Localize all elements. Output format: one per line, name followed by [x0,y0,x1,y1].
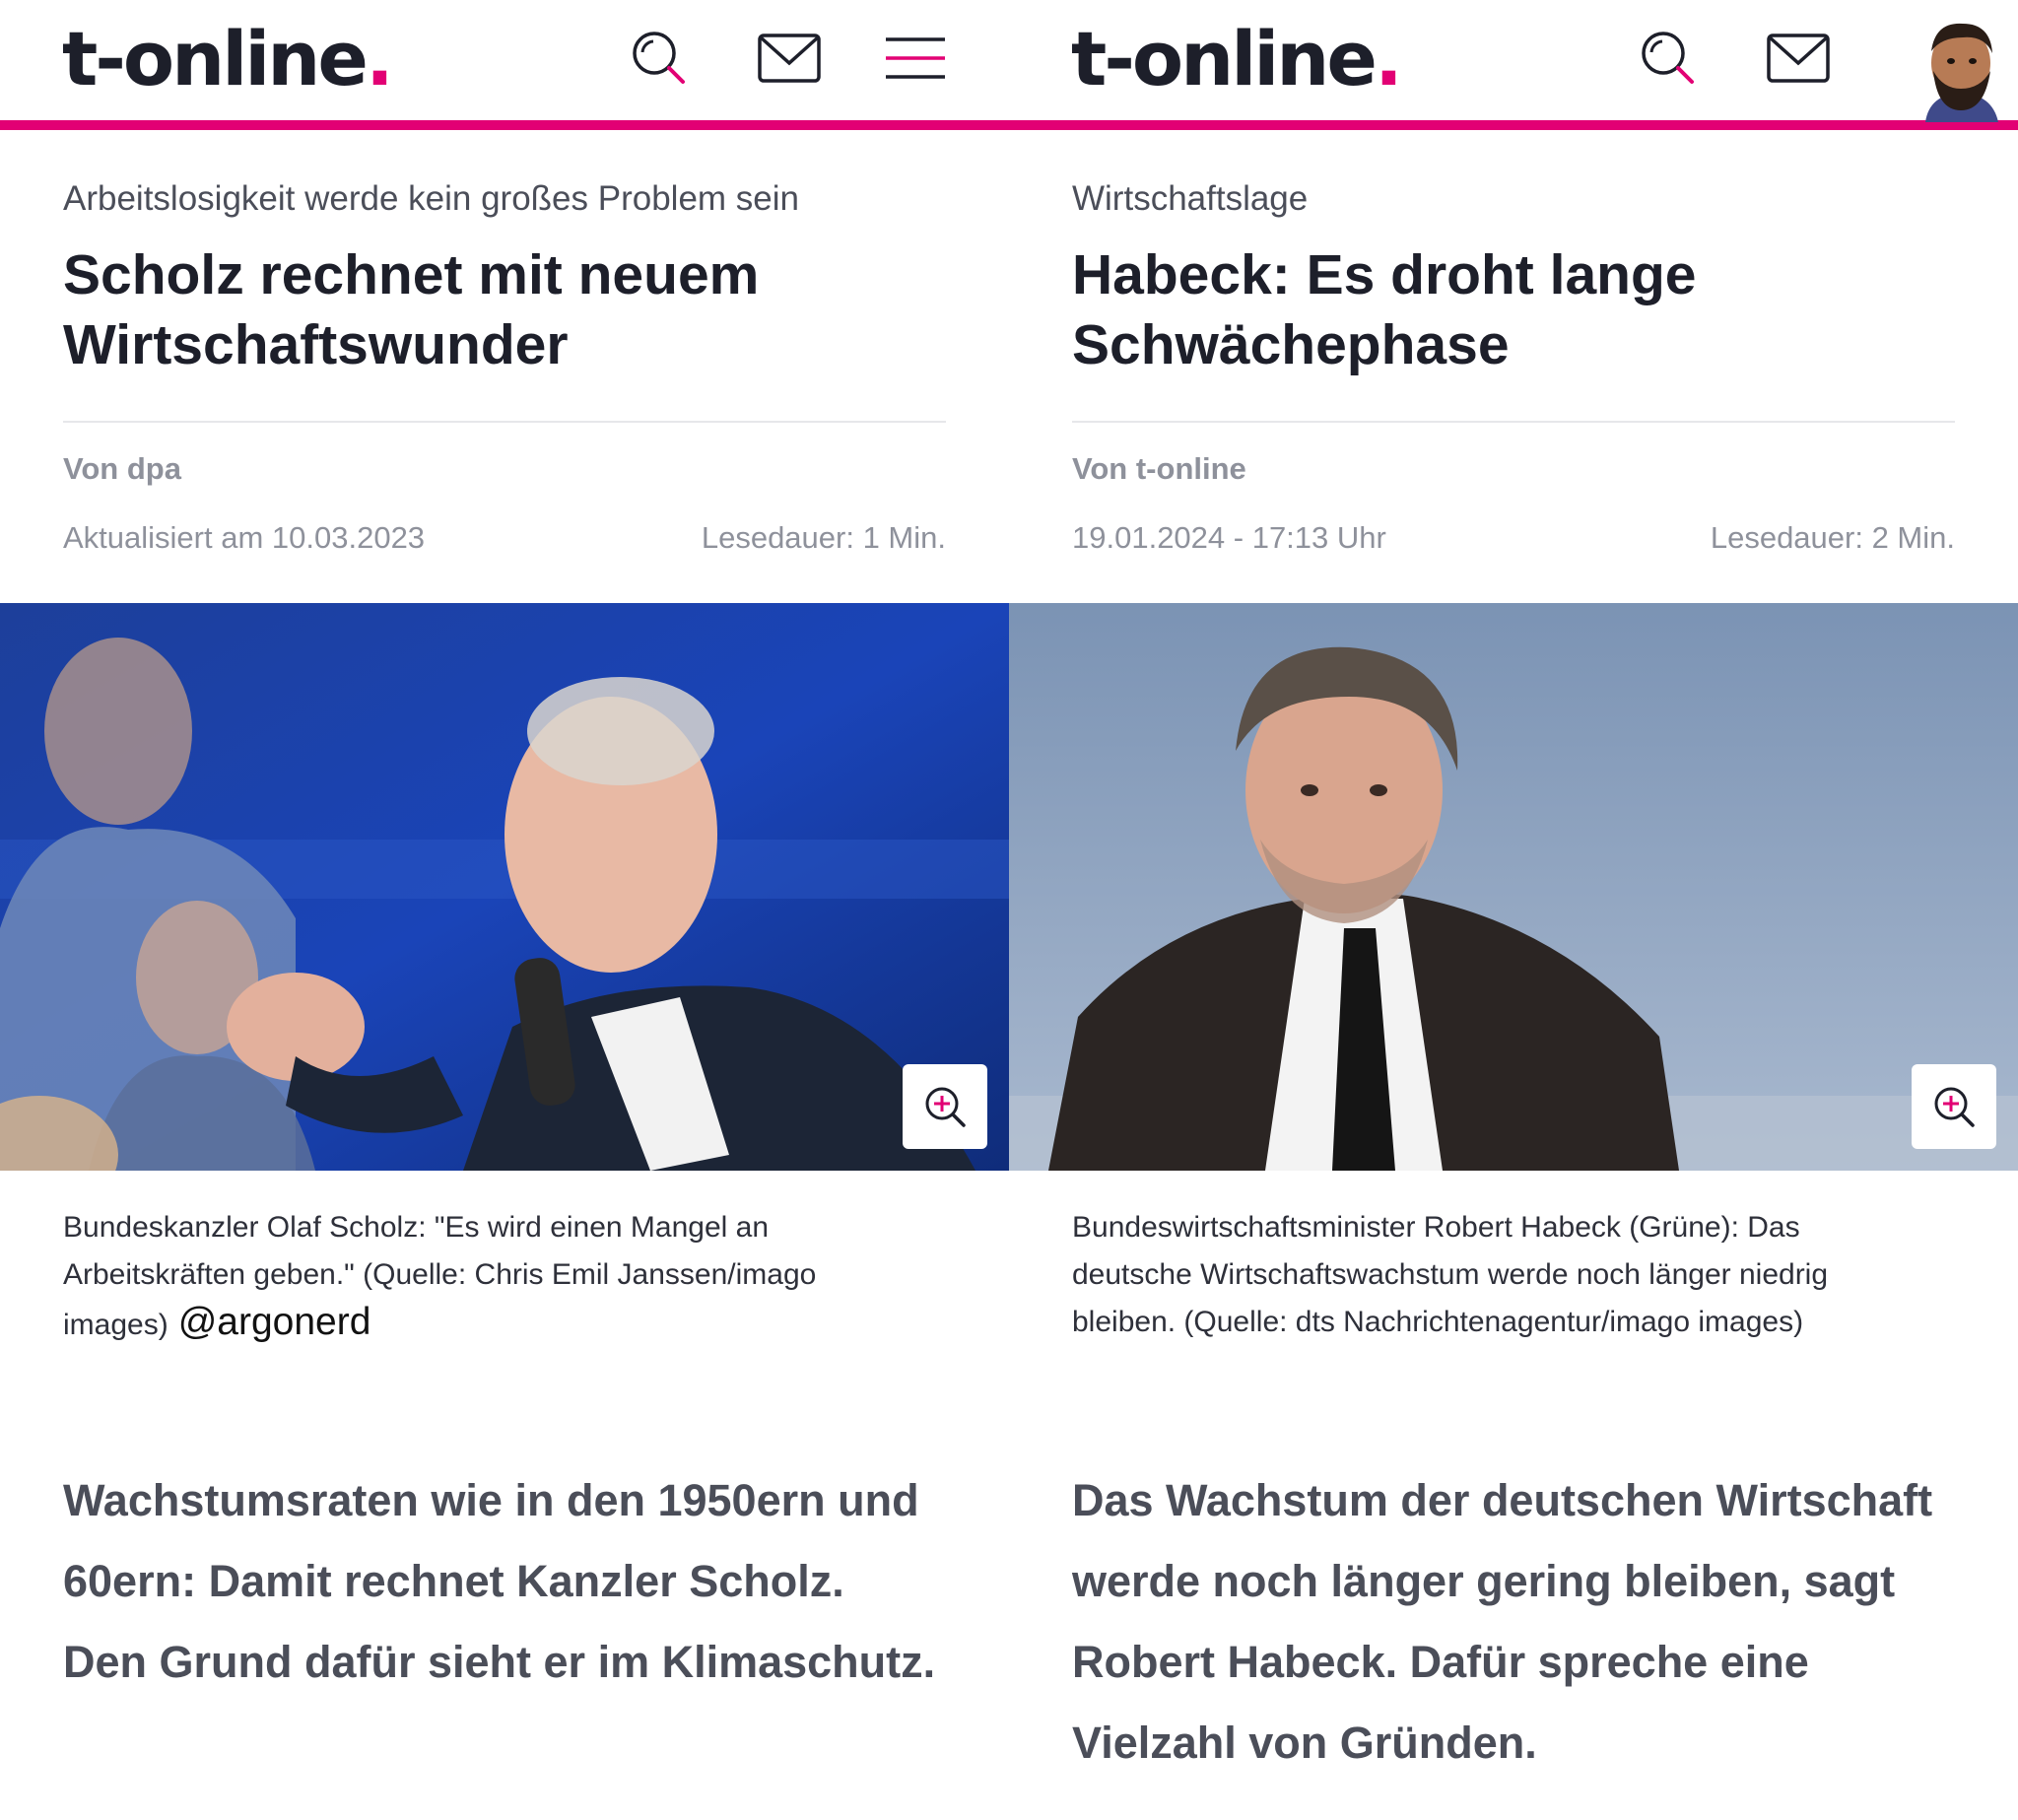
article-kicker: Arbeitslosigkeit werde kein großes Probl… [63,179,799,218]
lead-line: Robert Habeck. Dafür spreche eine [1072,1637,1809,1687]
headline-line: Wirtschaftswunder [63,313,569,376]
logo-dot: . [365,15,394,102]
site-header: t-online. [1009,0,2018,130]
article-author: Von dpa [63,451,181,486]
lead-line: Wachstumsraten wie in den 1950ern und [63,1475,919,1525]
mail-icon[interactable] [757,28,822,89]
site-header: t-online. [0,0,1009,130]
site-logo[interactable]: t-online. [62,12,394,106]
article-headline[interactable]: Habeck: Es droht lange Schwächephase [1072,240,1959,380]
lead-line: Das Wachstum der deutschen Wirtschaft [1072,1475,1933,1525]
caption-line: images) [63,1309,168,1341]
zoom-in-icon [1934,1087,1975,1127]
zoom-button[interactable] [1912,1064,1996,1149]
divider [63,421,946,423]
zoom-in-icon [925,1087,966,1127]
lead-line: Den Grund dafür sieht er im Klimaschutz. [63,1637,936,1687]
article-photo[interactable] [0,603,1009,1171]
lead-line: 60ern: Damit rechnet Kanzler Scholz. [63,1556,844,1606]
search-icon[interactable] [1636,28,1701,89]
divider [1072,421,1955,423]
logo-text: t-online [62,15,369,102]
avatar[interactable] [1916,16,2006,122]
article-kicker: Wirtschaftslage [1072,179,1309,218]
menu-icon[interactable] [883,28,948,89]
article-lead: Das Wachstum der deutschen Wirtschaft we… [1072,1460,1988,1784]
article-lead: Wachstumsraten wie in den 1950ern und 60… [63,1460,979,1703]
read-time: Lesedauer: 1 Min. [701,520,946,555]
mail-icon[interactable] [1766,28,1831,89]
headline-line: Scholz rechnet mit neuem [63,243,760,306]
article-photo[interactable] [1009,603,2018,1171]
article-date: Aktualisiert am 10.03.2023 [63,520,426,555]
caption-line: Bundeswirtschaftsminister Robert Habeck … [1072,1211,1800,1244]
lead-line: Vielzahl von Gründen. [1072,1718,1537,1768]
site-logo[interactable]: t-online. [1071,12,1403,106]
article-headline[interactable]: Scholz rechnet mit neuem Wirtschaftswund… [63,240,950,380]
headline-line: Habeck: Es droht lange [1072,243,1697,306]
search-icon[interactable] [627,28,692,89]
caption-line: Bundeskanzler Olaf Scholz: "Es wird eine… [63,1211,770,1244]
watermark: @argonerd [177,1301,371,1343]
read-time: Lesedauer: 2 Min. [1710,520,1955,555]
right-article-panel: t-online. Wirtschaftslage Habeck: Es dro… [1009,0,2018,1820]
caption-line: deutsche Wirtschaftswachstum werde noch … [1072,1258,1829,1291]
article-author: Von t-online [1072,451,1246,486]
photo-caption: Bundeskanzler Olaf Scholz: "Es wird eine… [63,1204,950,1349]
article-date: 19.01.2024 - 17:13 Uhr [1072,520,1386,555]
photo-caption: Bundeswirtschaftsminister Robert Habeck … [1072,1204,1959,1346]
zoom-button[interactable] [903,1064,987,1149]
headline-line: Schwächephase [1072,313,1510,376]
logo-text: t-online [1071,15,1378,102]
lead-line: werde noch länger gering bleiben, sagt [1072,1556,1896,1606]
left-article-panel: t-online. Arbeitslosigkeit werde kein gr… [0,0,1009,1820]
caption-line: bleiben. (Quelle: dts Nachrichtenagentur… [1072,1306,1804,1338]
logo-dot: . [1374,15,1403,102]
caption-line: Arbeitskräften geben." (Quelle: Chris Em… [63,1258,817,1291]
